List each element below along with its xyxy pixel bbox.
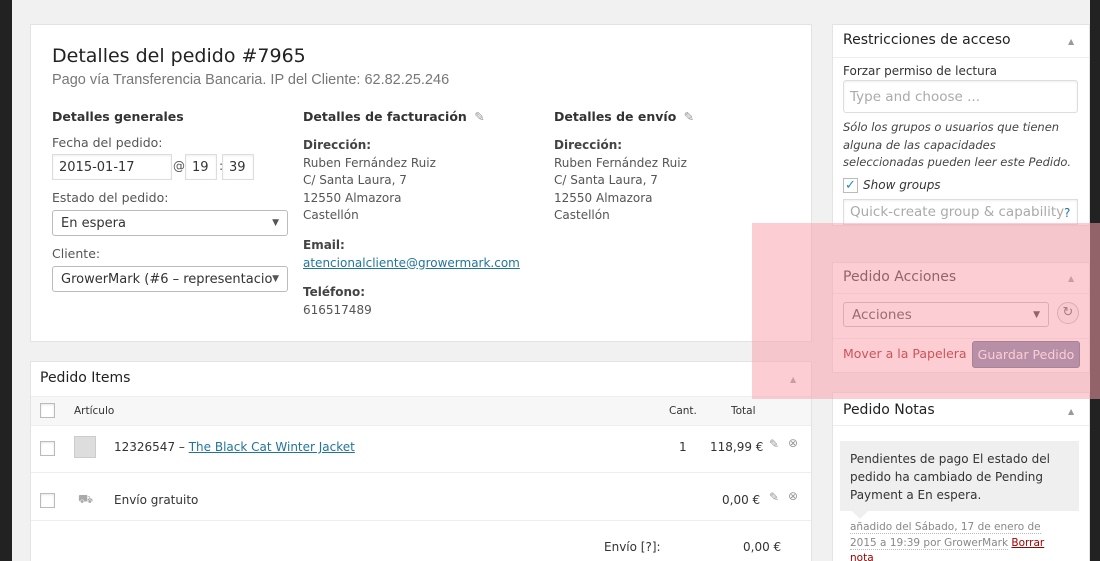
order-status-select[interactable]: En espera ▼ bbox=[52, 210, 288, 236]
customer-label: Cliente: bbox=[52, 246, 101, 261]
shipping-address-line: 12550 Almazora bbox=[554, 190, 653, 205]
access-title: Restricciones de acceso bbox=[843, 32, 1011, 48]
order-minute-input[interactable]: 39 bbox=[222, 154, 254, 180]
product-total: 118,99 € bbox=[710, 440, 764, 454]
collapse-toggle-icon[interactable]: ▲ bbox=[1068, 37, 1074, 46]
actions-footer-divider bbox=[833, 338, 1089, 339]
billing-address-line: Castellón bbox=[303, 208, 359, 222]
note-bubble-tail bbox=[852, 511, 868, 519]
shipping-truck-icon: ⛟ bbox=[78, 492, 94, 506]
trash-link[interactable]: Mover a la Papelera bbox=[843, 346, 967, 361]
row-checkbox[interactable] bbox=[40, 493, 55, 508]
row-checkbox[interactable] bbox=[40, 441, 55, 456]
edit-billing-icon[interactable]: ✎ bbox=[474, 109, 484, 124]
shipping-total-label: Envío [?]: bbox=[604, 540, 661, 554]
billing-heading-text: Detalles de facturación bbox=[303, 109, 467, 124]
order-status-label: Estado del pedido: bbox=[52, 190, 169, 205]
note-bubble: Pendientes de pago El estado del pedido … bbox=[840, 441, 1079, 511]
quick-create-input[interactable]: Quick-create group & capability bbox=[843, 199, 1078, 225]
collapse-toggle-icon[interactable]: ▲ bbox=[1068, 274, 1074, 283]
billing-email-link[interactable]: atencionalcliente@growermark.com bbox=[303, 256, 520, 270]
order-hour-input[interactable]: 19 bbox=[185, 154, 217, 180]
column-article: Artículo bbox=[74, 405, 115, 417]
billing-address: Dirección: Ruben Fernández Ruiz C/ Santa… bbox=[303, 137, 436, 225]
shipping-address-line: Ruben Fernández Ruiz bbox=[554, 155, 687, 170]
window-edge bbox=[1090, 0, 1100, 561]
chevron-down-icon: ▼ bbox=[272, 274, 279, 284]
product-thumbnail bbox=[74, 436, 96, 458]
product-sku: 12326547 – bbox=[114, 440, 189, 454]
billing-address-line: Ruben Fernández Ruiz bbox=[303, 155, 436, 170]
actions-title: Pedido Acciones bbox=[843, 269, 957, 285]
shipping-heading-text: Detalles de envío bbox=[554, 109, 677, 124]
billing-address-label: Dirección: bbox=[303, 138, 372, 152]
edit-shipping-icon[interactable]: ✎ bbox=[684, 109, 694, 124]
shipping-item-name: Envío gratuito bbox=[114, 493, 199, 507]
column-qty: Cant. bbox=[669, 405, 697, 417]
edit-item-icon[interactable]: ✎ bbox=[769, 490, 779, 504]
product-qty: 1 bbox=[679, 440, 687, 454]
page-title: Detalles del pedido #7965 bbox=[52, 45, 306, 67]
billing-address-line: 12550 Almazora bbox=[303, 190, 402, 205]
show-groups-checkbox[interactable]: ✓ bbox=[843, 178, 858, 193]
billing-address-line: C/ Santa Laura, 7 bbox=[303, 173, 407, 187]
billing-email: Email: atencionalcliente@growermark.com bbox=[303, 237, 520, 272]
order-date-label: Fecha del pedido: bbox=[52, 135, 163, 150]
column-total: Total bbox=[731, 405, 756, 417]
access-help-text: Sólo los grupos o usuarios que tienen al… bbox=[843, 120, 1072, 169]
edit-item-icon[interactable]: ✎ bbox=[769, 437, 779, 451]
show-groups-label: Show groups bbox=[863, 178, 941, 192]
save-order-button[interactable]: Guardar Pedido bbox=[972, 341, 1080, 368]
general-heading: Detalles generales bbox=[52, 109, 184, 124]
billing-phone-value: 616517489 bbox=[303, 302, 372, 317]
access-header-divider bbox=[833, 57, 1089, 58]
shipping-address-line: C/ Santa Laura, 7 bbox=[554, 173, 658, 187]
shipping-item-total: 0,00 € bbox=[722, 493, 761, 507]
shipping-address-line: Castellón bbox=[554, 208, 610, 222]
notes-header-divider bbox=[833, 425, 1089, 426]
order-subtitle: Pago vía Transferencia Bancaria. IP del … bbox=[52, 72, 450, 88]
shipping-address: Dirección: Ruben Fernández Ruiz C/ Santa… bbox=[554, 137, 687, 225]
notes-title: Pedido Notas bbox=[843, 402, 935, 418]
billing-phone: Teléfono: 616517489 bbox=[303, 284, 372, 319]
order-details-panel: Detalles del pedido #7965 Pago vía Trans… bbox=[30, 24, 812, 342]
billing-heading: Detalles de facturación ✎ bbox=[303, 109, 485, 124]
chevron-down-icon: ▼ bbox=[272, 218, 279, 228]
at-sign: @ bbox=[173, 159, 185, 173]
shipping-heading: Detalles de envío ✎ bbox=[554, 109, 694, 124]
refresh-icon[interactable]: ↻ bbox=[1057, 302, 1079, 324]
billing-phone-label: Teléfono: bbox=[303, 285, 366, 299]
items-title: Pedido Items bbox=[40, 370, 131, 386]
collapse-toggle-icon[interactable]: ▲ bbox=[790, 375, 796, 384]
customer-value: GrowerMark (#6 – representacione... bbox=[61, 271, 273, 287]
select-all-checkbox[interactable] bbox=[40, 403, 55, 418]
product-name: 12326547 – The Black Cat Winter Jacket bbox=[114, 440, 355, 454]
shipping-total-value: 0,00 € bbox=[743, 540, 782, 554]
delete-item-icon[interactable]: ⊗ bbox=[788, 436, 798, 450]
force-read-label: Forzar permiso de lectura bbox=[843, 64, 998, 78]
billing-email-label: Email: bbox=[303, 238, 345, 252]
chevron-down-icon: ▼ bbox=[1033, 309, 1040, 320]
shipping-address-label: Dirección: bbox=[554, 138, 623, 152]
note-meta: añadido del Sábado, 17 de enero de 2015 … bbox=[850, 520, 1065, 561]
help-icon[interactable]: ? bbox=[1064, 206, 1070, 220]
groups-select-input[interactable]: Type and choose ... bbox=[843, 80, 1078, 113]
delete-item-icon[interactable]: ⊗ bbox=[788, 489, 798, 503]
actions-header-divider bbox=[833, 293, 1089, 294]
order-date-input[interactable]: 2015-01-17 bbox=[52, 154, 172, 180]
actions-select[interactable]: Acciones ▼ bbox=[843, 302, 1049, 327]
actions-select-value: Acciones bbox=[852, 306, 912, 323]
order-status-value: En espera bbox=[61, 215, 126, 231]
customer-select[interactable]: GrowerMark (#6 – representacione... ▼ bbox=[52, 266, 288, 292]
admin-menu-edge bbox=[0, 0, 12, 561]
collapse-toggle-icon[interactable]: ▲ bbox=[1068, 407, 1074, 416]
product-link[interactable]: The Black Cat Winter Jacket bbox=[189, 440, 355, 454]
